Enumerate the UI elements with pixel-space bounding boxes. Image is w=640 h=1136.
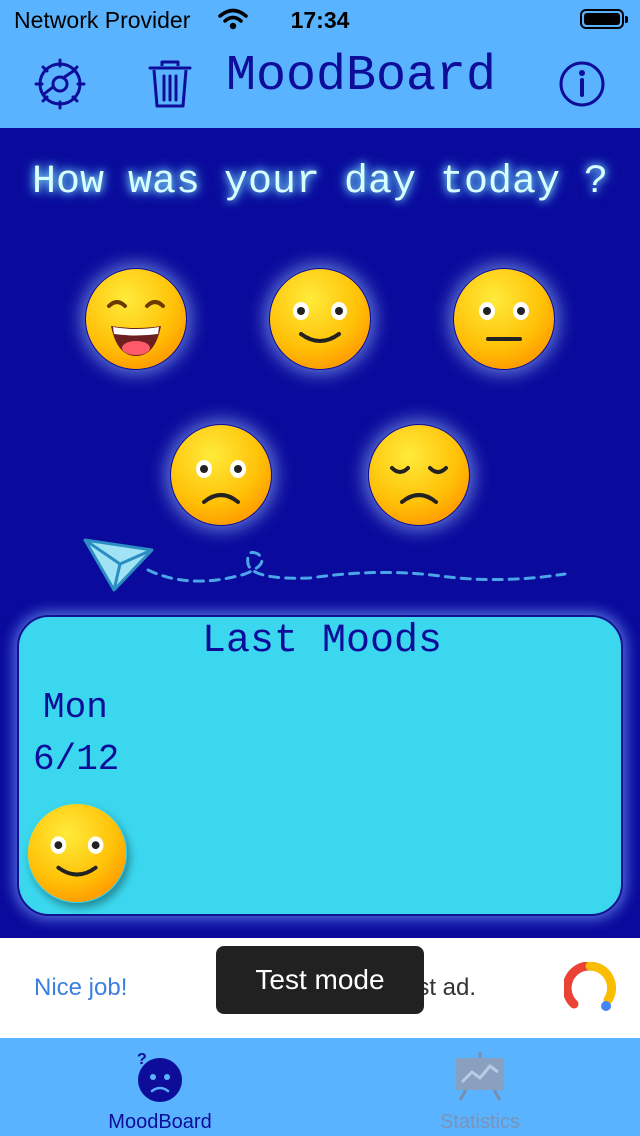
svg-text:?: ? [137,1051,147,1068]
last-moods-card: Last Moods Mon 6/12 [17,615,623,916]
mood-neutral-button[interactable] [453,268,555,370]
tab-moodboard[interactable]: ? MoodBoard [0,1038,320,1136]
mood-entry-day: Mon [43,687,108,728]
smiling-face-icon [270,269,370,369]
tab-bar: ? MoodBoard Statistics [0,1038,640,1136]
chart-icon [456,1052,504,1101]
neutral-face-icon [454,269,554,369]
battery-icon [580,9,628,29]
sad-face-icon [369,425,469,525]
mood-grinning-button[interactable] [85,268,187,370]
status-bar: Network Provider 17:34 [0,0,640,42]
mood-frowning-button[interactable] [170,424,272,526]
smiling-face-icon [27,803,127,903]
ad-text-left: Nice job! [34,974,128,1001]
toast-message: Test mode [216,946,424,1014]
grinning-face-icon [86,269,186,369]
info-icon [559,61,605,107]
tab-statistics[interactable]: Statistics [320,1038,640,1136]
mood-prompt: How was your day today ? [31,160,609,205]
status-time: 17:34 [290,7,350,33]
frowning-face-icon [171,425,271,525]
mood-sad-button[interactable] [368,424,470,526]
last-moods-title: Last Moods [201,619,443,664]
nav-bar: MoodBoard [0,42,640,128]
mood-smiling-button[interactable] [269,268,371,370]
ad-logo-icon [564,962,616,1011]
info-button[interactable] [554,56,610,112]
mood-entry-date: 6/12 [33,739,120,780]
app-title: MoodBoard [225,48,497,105]
tab-moodboard-label: MoodBoard [108,1111,212,1133]
mood-face-icon: ? [137,1051,182,1102]
mood-entry-face[interactable] [27,803,127,903]
tab-statistics-label: Statistics [439,1111,521,1133]
paper-plane-icon [83,538,567,592]
